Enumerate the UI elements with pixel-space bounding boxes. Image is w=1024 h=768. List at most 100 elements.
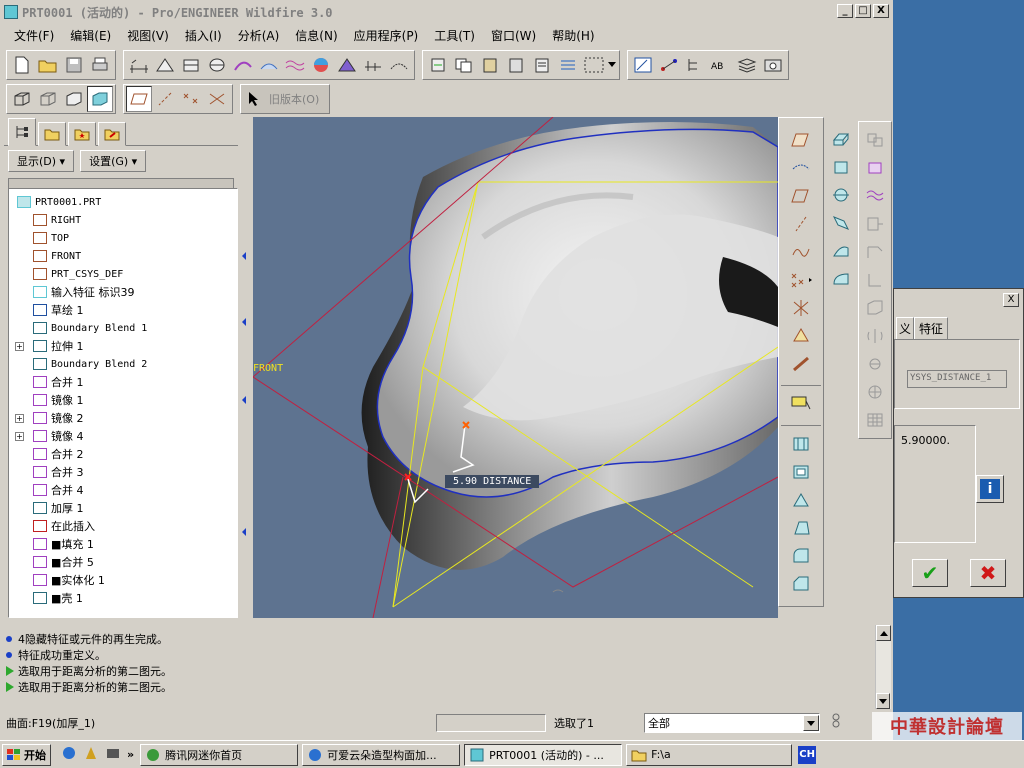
- solidify-tool-icon[interactable]: [861, 378, 889, 406]
- menu-edit[interactable]: 编辑(E): [62, 27, 119, 44]
- tree-item[interactable]: ■实体化 1: [9, 571, 237, 589]
- tree-item[interactable]: 输入特征 标识39: [9, 283, 237, 301]
- menu-insert[interactable]: 插入(I): [177, 27, 230, 44]
- quicklaunch-icon[interactable]: [83, 745, 99, 764]
- datum-point-display-icon[interactable]: [178, 86, 204, 112]
- datum-curve-tool-icon[interactable]: [787, 238, 815, 266]
- chevron-down-icon[interactable]: [803, 715, 819, 731]
- coordinate-system-icon[interactable]: [787, 294, 815, 322]
- tab-model-tree[interactable]: [8, 118, 36, 146]
- offset-tool-icon[interactable]: [861, 238, 889, 266]
- minimize-button[interactable]: _: [837, 4, 853, 18]
- message-scrollbar[interactable]: [875, 625, 891, 709]
- tree-item[interactable]: 草绘 1: [9, 301, 237, 319]
- menu-view[interactable]: 视图(V): [119, 27, 177, 44]
- measure-area-icon[interactable]: [152, 52, 178, 78]
- csys-display-icon[interactable]: [204, 86, 230, 112]
- selection-box-icon[interactable]: [581, 52, 607, 78]
- draft-tool-icon[interactable]: [787, 514, 815, 542]
- tree-item[interactable]: Boundary Blend 1: [9, 319, 237, 337]
- tree-item[interactable]: ■填充 1: [9, 535, 237, 553]
- reference-icon[interactable]: [787, 350, 815, 378]
- tree-item[interactable]: TOP: [9, 229, 237, 247]
- screenshot-icon[interactable]: [760, 52, 786, 78]
- tree-item[interactable]: 镜像 1: [9, 391, 237, 409]
- paste-icon[interactable]: [477, 52, 503, 78]
- cancel-button[interactable]: ✖: [970, 559, 1006, 587]
- filter-select[interactable]: 全部: [644, 713, 820, 733]
- tree-item[interactable]: Boundary Blend 2: [9, 355, 237, 373]
- start-button[interactable]: 开始: [2, 743, 51, 766]
- save-icon[interactable]: [61, 52, 87, 78]
- offset-icon[interactable]: [386, 52, 412, 78]
- expand-toggle-icon[interactable]: +: [15, 431, 24, 441]
- menu-applications[interactable]: 应用程序(P): [346, 27, 427, 44]
- tree-item[interactable]: 在此插入: [9, 517, 237, 535]
- slope-icon[interactable]: [334, 52, 360, 78]
- section-analysis-icon[interactable]: [204, 52, 230, 78]
- tree-item[interactable]: 合并 1: [9, 373, 237, 391]
- print-icon[interactable]: [87, 52, 113, 78]
- measure-distance-icon[interactable]: [126, 52, 152, 78]
- datum-curve-icon[interactable]: [656, 52, 682, 78]
- wireframe-icon[interactable]: [9, 86, 35, 112]
- datum-point-icon[interactable]: [787, 266, 815, 294]
- ie-quicklaunch-icon[interactable]: [61, 745, 77, 764]
- tree-item[interactable]: FRONT: [9, 247, 237, 265]
- intersect-tool-icon[interactable]: [861, 266, 889, 294]
- tree-item[interactable]: ■壳 1: [9, 589, 237, 607]
- variable-sweep-icon[interactable]: [827, 181, 855, 209]
- pattern-tool-icon[interactable]: [861, 350, 889, 378]
- maximize-button[interactable]: □: [855, 4, 871, 18]
- menu-file[interactable]: 文件(F): [6, 27, 62, 44]
- merge-tool-icon[interactable]: [861, 154, 889, 182]
- trim-tool-icon[interactable]: [861, 182, 889, 210]
- panel-splitter[interactable]: [239, 118, 249, 618]
- tab-folder-browser[interactable]: [38, 122, 66, 146]
- datum-plane-display-icon[interactable]: [126, 86, 152, 112]
- analysis-feature-icon[interactable]: [787, 322, 815, 350]
- hole-icon[interactable]: [787, 430, 815, 458]
- close-button[interactable]: X: [873, 4, 889, 18]
- scroll-down-icon[interactable]: [876, 693, 890, 709]
- annotation-icon[interactable]: [787, 390, 815, 418]
- chevron-right-icon[interactable]: »: [127, 748, 134, 761]
- copy-icon[interactable]: [451, 52, 477, 78]
- surface-analysis-icon[interactable]: [256, 52, 282, 78]
- boundary-blend-icon[interactable]: [827, 237, 855, 265]
- open-folder-icon[interactable]: [35, 52, 61, 78]
- taskbar-item[interactable]: 腾讯网迷你首页: [140, 743, 299, 766]
- clipboard-icon[interactable]: [529, 52, 555, 78]
- extend-tool-icon[interactable]: [861, 210, 889, 238]
- sketched-datum-curve-icon[interactable]: [787, 154, 815, 182]
- info-button[interactable]: i: [976, 475, 1004, 503]
- graphics-viewport[interactable]: FRONT 5.90 DISTANCE: [253, 117, 778, 618]
- filter-options-icon[interactable]: [830, 713, 842, 734]
- tree-item[interactable]: + 镜像 4: [9, 427, 237, 445]
- datum-plane-icon[interactable]: [787, 182, 815, 210]
- datum-plane-tool-icon[interactable]: [787, 126, 815, 154]
- revolve-icon[interactable]: [827, 153, 855, 181]
- curvature-icon[interactable]: [230, 52, 256, 78]
- ok-button[interactable]: ✔: [912, 559, 948, 587]
- tree-item[interactable]: PRT_CSYS_DEF: [9, 265, 237, 283]
- relations-icon[interactable]: AB: [708, 52, 734, 78]
- tree-item[interactable]: ■合并 5: [9, 553, 237, 571]
- blend-icon[interactable]: [827, 209, 855, 237]
- draft-icon[interactable]: [360, 52, 386, 78]
- thicken-tool-icon[interactable]: [861, 294, 889, 322]
- scroll-up-icon[interactable]: [876, 625, 891, 641]
- mirror-plane-icon[interactable]: [861, 322, 889, 350]
- context-help-icon[interactable]: [243, 86, 269, 112]
- tab-definition[interactable]: 义: [896, 317, 915, 340]
- tree-item[interactable]: + 拉伸 1: [9, 337, 237, 355]
- dialog-close-button[interactable]: X: [1003, 293, 1019, 307]
- dropdown-arrow-icon[interactable]: [607, 52, 617, 78]
- show-dropdown[interactable]: 显示(D) ▾: [8, 150, 75, 172]
- datum-axis-display-icon[interactable]: [152, 86, 178, 112]
- tree-item[interactable]: 合并 2: [9, 445, 237, 463]
- tab-connections[interactable]: [98, 122, 126, 146]
- tree-item[interactable]: 合并 4: [9, 481, 237, 499]
- expand-toggle-icon[interactable]: +: [15, 413, 24, 423]
- mirror-tool-icon[interactable]: [861, 126, 889, 154]
